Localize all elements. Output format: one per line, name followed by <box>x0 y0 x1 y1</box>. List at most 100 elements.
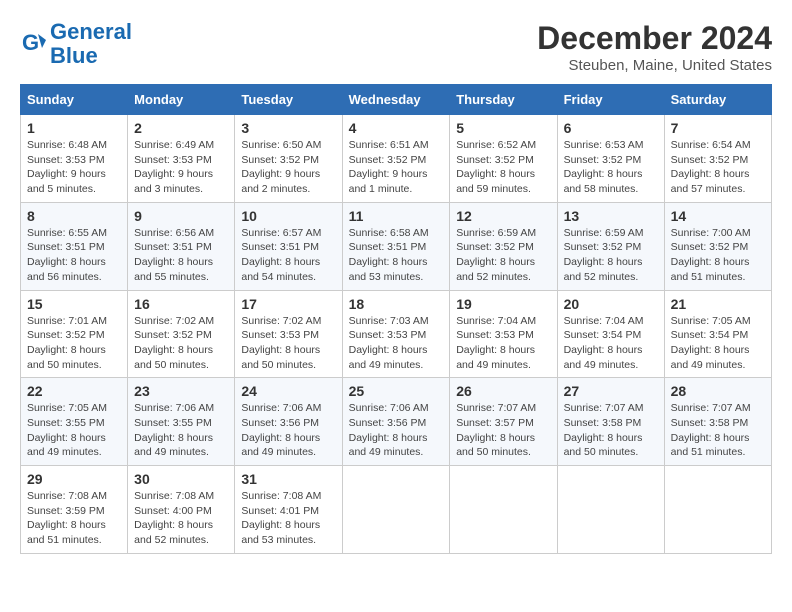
calendar-cell <box>557 466 664 554</box>
calendar-cell: 4 Sunrise: 6:51 AM Sunset: 3:52 PM Daylig… <box>342 115 450 203</box>
page-header: G General Blue December 2024 Steuben, Ma… <box>20 20 772 74</box>
day-number: 16 <box>134 296 228 312</box>
day-info: Sunrise: 7:05 AM Sunset: 3:54 PM Dayligh… <box>671 314 765 373</box>
month-title: December 2024 <box>537 20 772 57</box>
calendar-cell: 21 Sunrise: 7:05 AM Sunset: 3:54 PM Dayli… <box>664 290 771 378</box>
day-number: 15 <box>27 296 121 312</box>
day-info: Sunrise: 6:53 AM Sunset: 3:52 PM Dayligh… <box>564 138 658 197</box>
weekday-header-cell: Monday <box>128 85 235 115</box>
day-info: Sunrise: 6:55 AM Sunset: 3:51 PM Dayligh… <box>27 226 121 285</box>
day-info: Sunrise: 6:52 AM Sunset: 3:52 PM Dayligh… <box>456 138 550 197</box>
calendar-week-row: 15 Sunrise: 7:01 AM Sunset: 3:52 PM Dayli… <box>21 290 772 378</box>
logo-text: General Blue <box>50 20 132 68</box>
calendar-cell: 26Sunrise: 7:07 AM Sunset: 3:57 PM Dayli… <box>450 378 557 466</box>
calendar-cell: 25Sunrise: 7:06 AM Sunset: 3:56 PM Dayli… <box>342 378 450 466</box>
weekday-header-cell: Wednesday <box>342 85 450 115</box>
calendar-cell: 1 Sunrise: 6:48 AM Sunset: 3:53 PM Daylig… <box>21 115 128 203</box>
calendar-cell: 15 Sunrise: 7:01 AM Sunset: 3:52 PM Dayli… <box>21 290 128 378</box>
calendar-cell: 22Sunrise: 7:05 AM Sunset: 3:55 PM Dayli… <box>21 378 128 466</box>
day-number: 20 <box>564 296 658 312</box>
day-info: Sunrise: 7:05 AM Sunset: 3:55 PM Dayligh… <box>27 401 121 460</box>
day-number: 26 <box>456 383 550 399</box>
calendar-week-row: 22Sunrise: 7:05 AM Sunset: 3:55 PM Dayli… <box>21 378 772 466</box>
day-number: 10 <box>241 208 335 224</box>
calendar-cell: 27 Sunrise: 7:07 AM Sunset: 3:58 PM Dayli… <box>557 378 664 466</box>
day-number: 9 <box>134 208 228 224</box>
day-info: Sunrise: 6:56 AM Sunset: 3:51 PM Dayligh… <box>134 226 228 285</box>
day-number: 23 <box>134 383 228 399</box>
calendar-cell <box>450 466 557 554</box>
weekday-header-cell: Tuesday <box>235 85 342 115</box>
day-number: 2 <box>134 120 228 136</box>
calendar-week-row: 29Sunrise: 7:08 AM Sunset: 3:59 PM Dayli… <box>21 466 772 554</box>
day-number: 1 <box>27 120 121 136</box>
calendar-cell <box>342 466 450 554</box>
day-info: Sunrise: 7:06 AM Sunset: 3:56 PM Dayligh… <box>241 401 335 460</box>
day-info: Sunrise: 6:50 AM Sunset: 3:52 PM Dayligh… <box>241 138 335 197</box>
calendar-cell: 19 Sunrise: 7:04 AM Sunset: 3:53 PM Dayli… <box>450 290 557 378</box>
day-number: 7 <box>671 120 765 136</box>
day-info: Sunrise: 6:59 AM Sunset: 3:52 PM Dayligh… <box>564 226 658 285</box>
day-number: 3 <box>241 120 335 136</box>
day-info: Sunrise: 6:54 AM Sunset: 3:52 PM Dayligh… <box>671 138 765 197</box>
day-number: 12 <box>456 208 550 224</box>
calendar-cell: 16Sunrise: 7:02 AM Sunset: 3:52 PM Dayli… <box>128 290 235 378</box>
day-info: Sunrise: 7:07 AM Sunset: 3:58 PM Dayligh… <box>564 401 658 460</box>
weekday-header-cell: Sunday <box>21 85 128 115</box>
weekday-header-cell: Saturday <box>664 85 771 115</box>
day-number: 21 <box>671 296 765 312</box>
calendar-week-row: 8 Sunrise: 6:55 AM Sunset: 3:51 PM Daylig… <box>21 202 772 290</box>
calendar-cell: 30 Sunrise: 7:08 AM Sunset: 4:00 PM Dayli… <box>128 466 235 554</box>
calendar-table: SundayMondayTuesdayWednesdayThursdayFrid… <box>20 84 772 554</box>
calendar-cell: 20 Sunrise: 7:04 AM Sunset: 3:54 PM Dayli… <box>557 290 664 378</box>
calendar-cell: 8 Sunrise: 6:55 AM Sunset: 3:51 PM Daylig… <box>21 202 128 290</box>
calendar-cell: 17 Sunrise: 7:02 AM Sunset: 3:53 PM Dayli… <box>235 290 342 378</box>
calendar-cell: 24 Sunrise: 7:06 AM Sunset: 3:56 PM Dayli… <box>235 378 342 466</box>
calendar-cell: 23 Sunrise: 7:06 AM Sunset: 3:55 PM Dayli… <box>128 378 235 466</box>
calendar-cell: 11Sunrise: 6:58 AM Sunset: 3:51 PM Dayli… <box>342 202 450 290</box>
calendar-cell: 7 Sunrise: 6:54 AM Sunset: 3:52 PM Daylig… <box>664 115 771 203</box>
calendar-cell: 28Sunrise: 7:07 AM Sunset: 3:58 PM Dayli… <box>664 378 771 466</box>
day-info: Sunrise: 7:04 AM Sunset: 3:53 PM Dayligh… <box>456 314 550 373</box>
weekday-header-cell: Thursday <box>450 85 557 115</box>
calendar-cell: 10 Sunrise: 6:57 AM Sunset: 3:51 PM Dayli… <box>235 202 342 290</box>
day-number: 14 <box>671 208 765 224</box>
logo: G General Blue <box>20 20 132 68</box>
location-title: Steuben, Maine, United States <box>537 57 772 74</box>
calendar-cell: 3 Sunrise: 6:50 AM Sunset: 3:52 PM Daylig… <box>235 115 342 203</box>
day-number: 19 <box>456 296 550 312</box>
weekday-header-cell: Friday <box>557 85 664 115</box>
calendar-week-row: 1 Sunrise: 6:48 AM Sunset: 3:53 PM Daylig… <box>21 115 772 203</box>
day-number: 28 <box>671 383 765 399</box>
calendar-cell: 5Sunrise: 6:52 AM Sunset: 3:52 PM Daylig… <box>450 115 557 203</box>
day-number: 27 <box>564 383 658 399</box>
day-info: Sunrise: 7:04 AM Sunset: 3:54 PM Dayligh… <box>564 314 658 373</box>
day-info: Sunrise: 6:51 AM Sunset: 3:52 PM Dayligh… <box>349 138 444 197</box>
day-number: 13 <box>564 208 658 224</box>
day-number: 17 <box>241 296 335 312</box>
day-info: Sunrise: 6:49 AM Sunset: 3:53 PM Dayligh… <box>134 138 228 197</box>
calendar-cell: 13 Sunrise: 6:59 AM Sunset: 3:52 PM Dayli… <box>557 202 664 290</box>
day-number: 25 <box>349 383 444 399</box>
day-info: Sunrise: 7:02 AM Sunset: 3:53 PM Dayligh… <box>241 314 335 373</box>
day-number: 8 <box>27 208 121 224</box>
day-number: 24 <box>241 383 335 399</box>
weekday-header-row: SundayMondayTuesdayWednesdayThursdayFrid… <box>21 85 772 115</box>
day-number: 4 <box>349 120 444 136</box>
svg-text:G: G <box>22 30 39 55</box>
day-info: Sunrise: 6:57 AM Sunset: 3:51 PM Dayligh… <box>241 226 335 285</box>
day-info: Sunrise: 7:06 AM Sunset: 3:55 PM Dayligh… <box>134 401 228 460</box>
calendar-body: 1 Sunrise: 6:48 AM Sunset: 3:53 PM Daylig… <box>21 115 772 554</box>
day-info: Sunrise: 7:03 AM Sunset: 3:53 PM Dayligh… <box>349 314 444 373</box>
day-info: Sunrise: 6:48 AM Sunset: 3:53 PM Dayligh… <box>27 138 121 197</box>
day-number: 11 <box>349 208 444 224</box>
day-info: Sunrise: 6:59 AM Sunset: 3:52 PM Dayligh… <box>456 226 550 285</box>
day-info: Sunrise: 7:01 AM Sunset: 3:52 PM Dayligh… <box>27 314 121 373</box>
title-area: December 2024 Steuben, Maine, United Sta… <box>537 20 772 74</box>
day-info: Sunrise: 7:08 AM Sunset: 4:01 PM Dayligh… <box>241 489 335 548</box>
day-number: 18 <box>349 296 444 312</box>
logo-line1: General <box>50 19 132 44</box>
day-info: Sunrise: 7:08 AM Sunset: 4:00 PM Dayligh… <box>134 489 228 548</box>
day-info: Sunrise: 7:08 AM Sunset: 3:59 PM Dayligh… <box>27 489 121 548</box>
day-number: 30 <box>134 471 228 487</box>
